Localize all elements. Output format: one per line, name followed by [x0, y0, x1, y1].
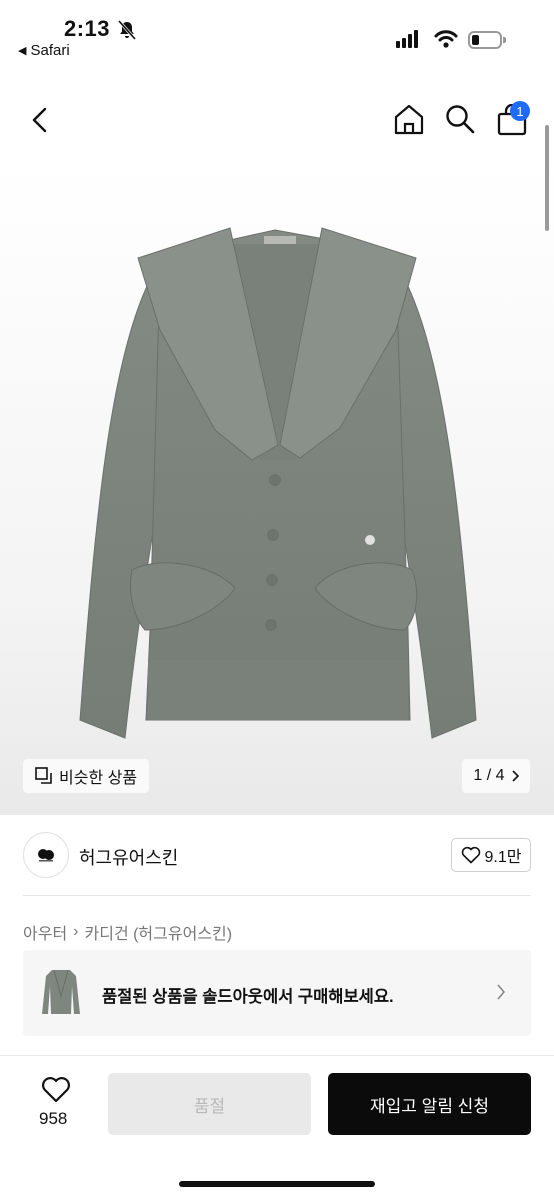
cart-count-badge: 1 [510, 101, 530, 121]
image-counter-button[interactable]: 1 / 4 [462, 759, 530, 793]
breadcrumb-item-cardigan[interactable]: 카디건 (허그유어스킨) [85, 920, 233, 944]
back-triangle-icon: ◀ [18, 45, 27, 57]
image-counter: 1 / 4 [473, 767, 505, 784]
chevron-right-icon [511, 770, 519, 782]
product-like-count: 958 [39, 1109, 68, 1128]
brand-like-button[interactable]: 9.1만 [451, 838, 531, 872]
breadcrumb-item-outer[interactable]: 아우터 [23, 920, 67, 944]
banner-product-thumbnail [42, 969, 80, 1014]
similar-items-icon [35, 767, 52, 784]
breadcrumb: 아우터 › 카디건 (허그유어스킨) [23, 920, 232, 944]
divider [0, 1055, 554, 1056]
battery-icon [468, 31, 502, 49]
brand-logo[interactable] [23, 832, 69, 878]
wifi-icon [434, 30, 458, 48]
status-time: 2:13 [64, 16, 111, 41]
similar-products-button[interactable]: 비슷한 상품 [23, 759, 150, 793]
chevron-right-icon [497, 984, 506, 1000]
product-image-area[interactable] [0, 160, 554, 815]
heart-icon[interactable] [41, 1076, 71, 1104]
divider [23, 895, 531, 896]
scroll-indicator[interactable] [545, 125, 549, 231]
soldout-banner-text: 품절된 상품을 솔드아웃에서 구매해보세요. [102, 988, 394, 1006]
back-to-app[interactable]: ◀ Safari [18, 42, 70, 59]
home-indicator[interactable] [179, 1181, 375, 1187]
soldout-button[interactable]: 품절 [108, 1073, 311, 1135]
brand-like-count: 9.1만 [484, 849, 522, 866]
brand-name[interactable]: 허그유어스킨 [79, 844, 178, 870]
back-chevron-icon[interactable] [26, 105, 54, 135]
brand-logo-icon [38, 849, 54, 862]
back-app-label: Safari [30, 42, 70, 59]
heart-icon [461, 846, 480, 864]
breadcrumb-separator-icon: › [73, 923, 79, 940]
search-icon[interactable] [444, 103, 476, 135]
bell-slash-icon [117, 20, 137, 40]
restock-alert-button[interactable]: 재입고 알림 신청 [328, 1073, 531, 1135]
home-icon[interactable] [392, 102, 426, 136]
cellular-signal-icon [396, 30, 418, 48]
similar-products-label: 비슷한 상품 [59, 770, 138, 787]
battery-cap [503, 37, 506, 43]
product-image [79, 227, 477, 739]
